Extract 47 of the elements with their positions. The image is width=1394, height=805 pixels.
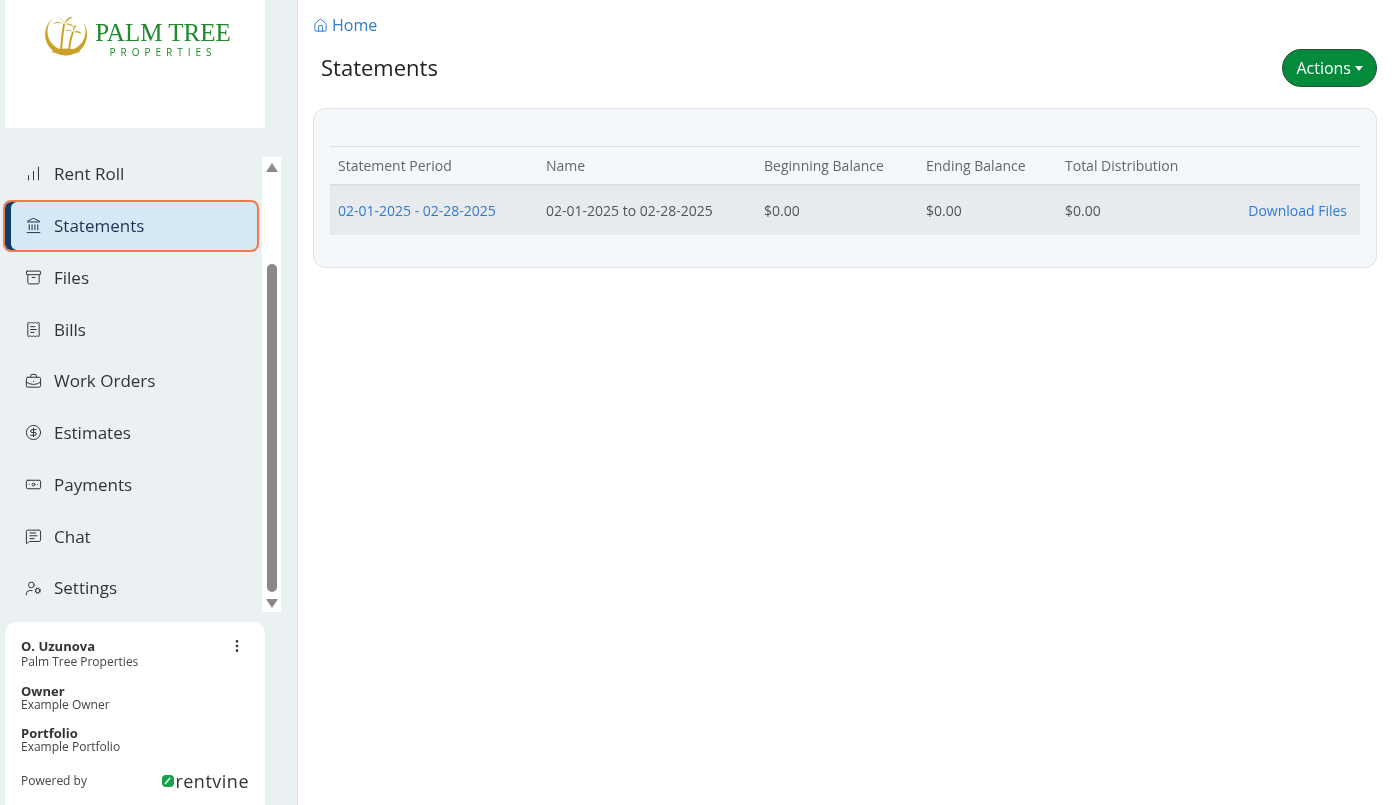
logo-subtitle: PROPERTIES: [109, 46, 217, 58]
sidebar-item[interactable]: Settings: [3, 562, 259, 615]
column-header: Statement Period: [330, 146, 538, 185]
bank-icon: [25, 217, 42, 235]
table-cell: $0.00: [1057, 184, 1207, 235]
breadcrumb-link[interactable]: Home: [313, 13, 378, 37]
chart-icon: [25, 165, 42, 183]
sidebar-item[interactable]: Statements: [3, 199, 259, 252]
table-cell: $0.00: [918, 184, 1057, 235]
column-header: Ending Balance: [918, 146, 1057, 185]
scroll-up-icon[interactable]: [265, 163, 278, 172]
brand-name: rentvine: [175, 772, 249, 790]
column-header: Beginning Balance: [756, 146, 918, 185]
scroll-down-icon[interactable]: [265, 599, 278, 608]
sidebar-item[interactable]: Rent Roll: [3, 148, 259, 200]
user-settings-icon: [25, 579, 42, 597]
field-label: Portfolio: [21, 726, 78, 740]
powered-by-text: Powered by: [21, 772, 87, 790]
user-name: O. Uzunova: [21, 638, 96, 654]
chat-icon: [25, 527, 42, 545]
download-files-link[interactable]: Download Files: [1248, 200, 1347, 220]
sidebar-item[interactable]: Estimates: [3, 406, 259, 459]
scrollbar[interactable]: [262, 157, 281, 612]
user-company: Palm Tree Properties: [21, 654, 139, 670]
home-icon: [313, 17, 328, 33]
table-cell: 02-01-2025 to 02-28-2025: [538, 184, 756, 235]
field-value: Example Portfolio: [21, 740, 122, 754]
receipt-icon: [25, 320, 42, 338]
dollar-icon: [25, 424, 42, 442]
sidebar-item[interactable]: Work Orders: [3, 355, 259, 407]
logo-title: PALM TREE: [95, 20, 231, 46]
scroll-thumb[interactable]: [266, 264, 277, 592]
column-header: Name: [538, 146, 756, 185]
table-cell: $0.00: [756, 184, 918, 235]
field-label: Owner: [21, 684, 65, 698]
period-link[interactable]: 02-01-2025 - 02-28-2025: [338, 200, 496, 220]
sidebar-item[interactable]: Payments: [3, 458, 259, 511]
sidebar-item[interactable]: Files: [3, 251, 259, 304]
briefcase-icon: [25, 372, 42, 390]
actions-button[interactable]: Actions: [1282, 49, 1377, 87]
sidebar-item[interactable]: Bills: [3, 303, 259, 356]
field-value: Example Owner: [21, 698, 111, 712]
page-title: Statements: [321, 50, 438, 84]
column-header: Total Distribution: [1057, 146, 1207, 185]
sidebar-item[interactable]: Chat: [3, 510, 259, 563]
archive-icon: [25, 268, 42, 286]
caret-icon: [1355, 65, 1363, 71]
